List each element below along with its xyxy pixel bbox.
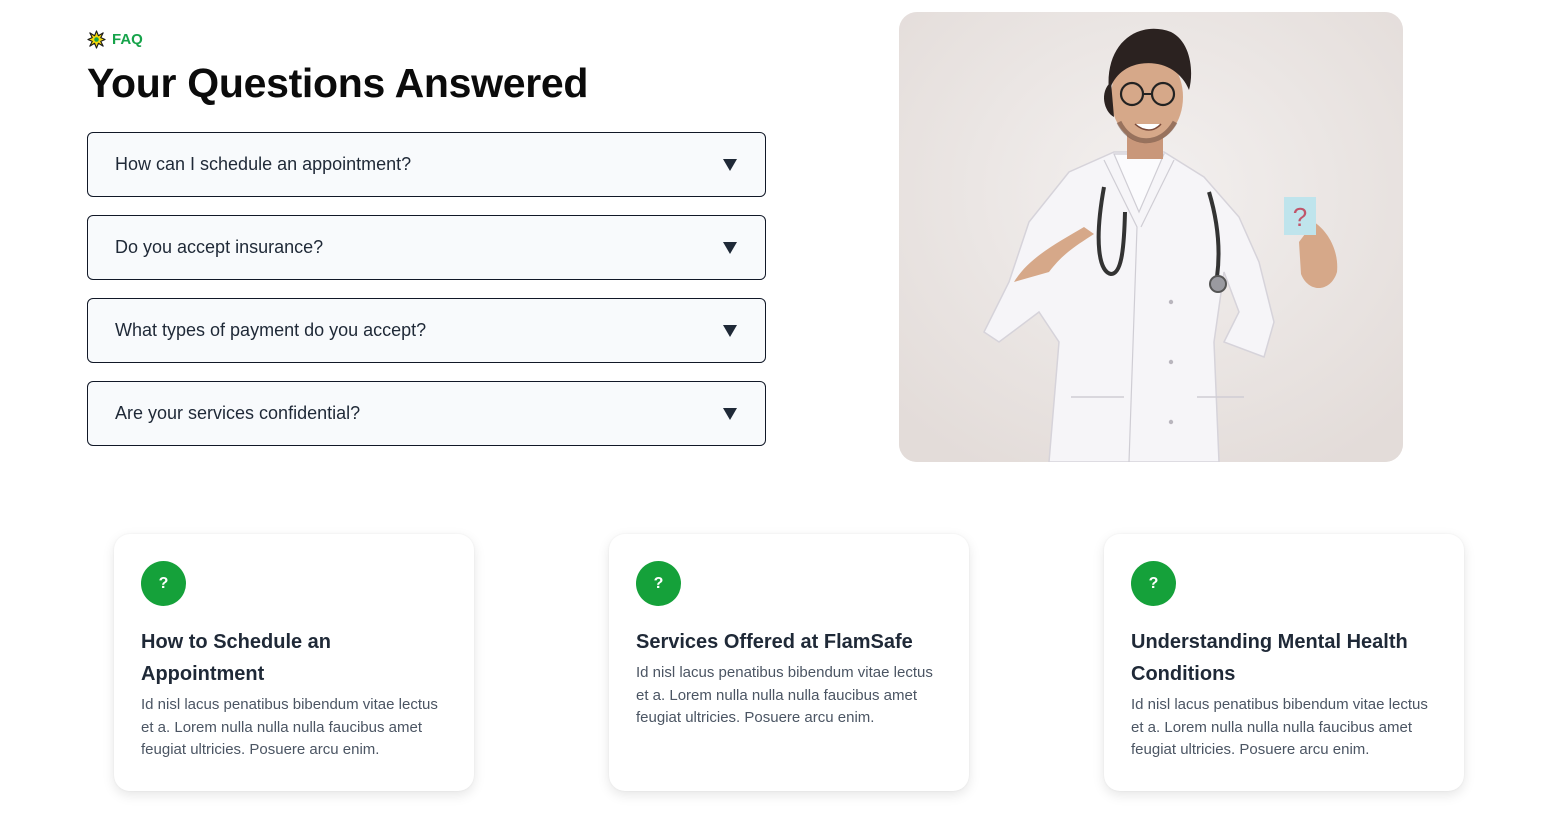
card-title: Understanding Mental Health Conditions [1131, 631, 1408, 685]
faq-question: What types of payment do you accept? [115, 320, 427, 340]
card-title: How to Schedule an Appointment [141, 631, 332, 685]
faq-tag: FAQ [87, 30, 143, 49]
card-title: Services Offered at FlamSafe [636, 631, 913, 653]
faq-item-confidential[interactable]: Are your services confidential? [87, 381, 766, 446]
card-body: Id nisl lacus penatibus bibendum vitae l… [1131, 696, 1428, 758]
faq-item-schedule[interactable]: How can I schedule an appointment? [87, 132, 766, 197]
caret-down-icon [723, 407, 737, 420]
caret-down-icon [723, 324, 737, 337]
faq-item-insurance[interactable]: Do you accept insurance? [87, 215, 766, 280]
question-icon: ? [636, 561, 681, 606]
doctor-illustration: ? [899, 12, 1403, 462]
faq-question: Do you accept insurance? [115, 237, 324, 257]
faq-tag-label: FAQ [112, 31, 143, 48]
faq-accordion: How can I schedule an appointment? Do yo… [87, 132, 766, 464]
card-body: Id nisl lacus penatibus bibendum vitae l… [141, 696, 438, 758]
caret-down-icon [723, 158, 737, 171]
page-title: Your Questions Answered [87, 60, 589, 106]
info-cards: ? How to Schedule an Appointment Id nisl… [0, 534, 1554, 792]
card-schedule[interactable]: ? How to Schedule an Appointment Id nisl… [114, 534, 474, 791]
question-icon: ? [1131, 561, 1176, 606]
question-icon: ? [141, 561, 186, 606]
faq-item-payment[interactable]: What types of payment do you accept? [87, 298, 766, 363]
faq-question: Are your services confidential? [115, 403, 361, 423]
card-body: Id nisl lacus penatibus bibendum vitae l… [636, 664, 933, 726]
card-mental-health[interactable]: ? Understanding Mental Health Conditions… [1104, 534, 1464, 791]
caret-down-icon [723, 241, 737, 254]
note-question-mark: ? [1293, 202, 1307, 232]
doctor-photo: ? [899, 12, 1403, 462]
faq-question: How can I schedule an appointment? [115, 154, 412, 174]
card-services[interactable]: ? Services Offered at FlamSafe Id nisl l… [609, 534, 969, 791]
star-icon [87, 30, 106, 49]
